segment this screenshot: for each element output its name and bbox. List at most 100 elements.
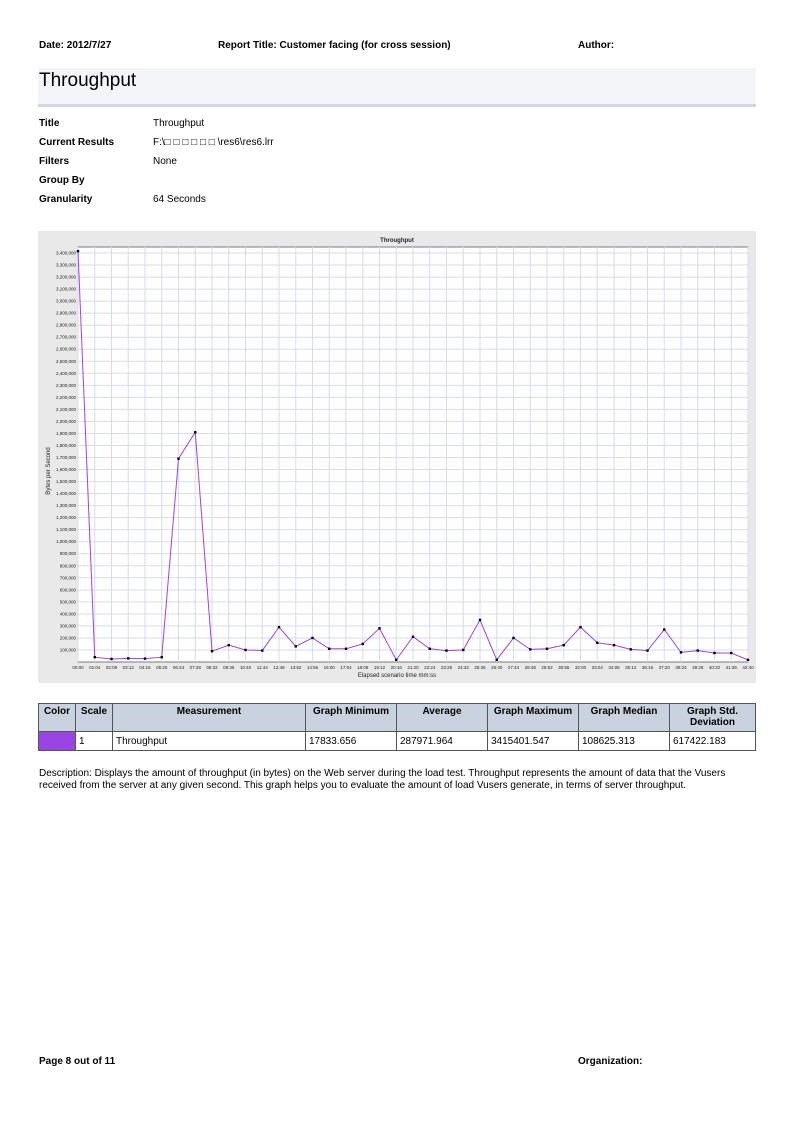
property-row: Filters None xyxy=(39,156,274,175)
throughput-chart: Throughput 100,000 200,000 300,000 400,000 5… xyxy=(38,231,756,683)
y-tick-label: 1,900,000 xyxy=(56,431,77,436)
data-point xyxy=(462,648,465,652)
x-tick-label: 32:00 xyxy=(575,665,587,670)
x-tick-label: 12:48 xyxy=(273,665,285,670)
y-tick-label: 100,000 xyxy=(60,647,77,652)
x-tick-label: 03:12 xyxy=(123,665,135,670)
y-tick-label: 2,700,000 xyxy=(56,335,77,340)
x-tick-label: 00:00 xyxy=(72,665,84,670)
x-tick-label: 35:12 xyxy=(625,665,637,670)
x-tick-label: 23:28 xyxy=(441,665,453,670)
data-point xyxy=(445,649,448,652)
x-tick-label: 33:04 xyxy=(592,665,604,670)
header-color: Color xyxy=(38,703,76,732)
x-tick-label: 20:16 xyxy=(391,665,403,670)
x-tick-label: 01:04 xyxy=(89,665,101,670)
data-point xyxy=(663,628,666,631)
x-tick-label: 34:08 xyxy=(608,665,620,670)
y-tick-label: 2,000,000 xyxy=(56,419,77,424)
min-cell: 17833.656 xyxy=(305,731,397,751)
property-row: Title Throughput xyxy=(39,118,274,137)
stats-table: Color Scale Measurement Graph Minimum Av… xyxy=(38,703,756,751)
x-tick-label: 05:20 xyxy=(156,665,168,670)
data-point xyxy=(361,642,364,646)
x-tick-label: 06:24 xyxy=(173,665,185,670)
data-point xyxy=(227,643,230,647)
header-graph-std-deviation: Graph Std. Deviation xyxy=(669,703,756,732)
property-label: Filters xyxy=(39,156,70,167)
data-point xyxy=(160,655,163,659)
data-point xyxy=(679,651,683,654)
data-point xyxy=(311,636,314,640)
x-tick-label: 17:04 xyxy=(340,665,352,670)
data-point xyxy=(512,636,515,640)
y-tick-label: 900,000 xyxy=(60,551,77,556)
y-tick-label: 600,000 xyxy=(60,587,77,592)
x-tick-label: 30:56 xyxy=(558,665,570,670)
y-tick-label: 2,500,000 xyxy=(56,359,77,364)
x-tick-label: 24:32 xyxy=(458,665,470,670)
x-tick-label: 19:12 xyxy=(374,665,386,670)
y-tick-label: 3,400,000 xyxy=(56,251,77,256)
y-tick-label: 2,800,000 xyxy=(56,323,77,328)
x-tick-label: 09:36 xyxy=(223,665,235,670)
data-point xyxy=(194,431,197,434)
data-point xyxy=(545,647,549,650)
data-point xyxy=(579,625,582,629)
description: Description: Displays the amount of thro… xyxy=(39,768,726,791)
x-tick-label: 08:32 xyxy=(206,665,218,670)
data-point xyxy=(344,647,348,650)
property-label: Current Results xyxy=(39,137,115,148)
x-tick-label: 38:24 xyxy=(675,665,687,670)
data-point xyxy=(730,651,733,655)
x-axis-label: Elapsed scenario time mm:ss xyxy=(358,673,436,679)
chart-svg: Throughput 100,000 200,000 300,000 400,000 5… xyxy=(46,238,754,679)
x-tick-label: 22:24 xyxy=(424,665,436,670)
property-value: Throughput xyxy=(153,118,205,129)
y-tick-label: 1,000,000 xyxy=(56,539,77,544)
data-point xyxy=(110,657,113,661)
property-value: F:\□ □ □ □ □ □ \res6\res6.lrr xyxy=(153,137,274,148)
x-tick-label: 04:16 xyxy=(139,665,151,670)
data-point xyxy=(646,649,649,652)
y-tick-label: 2,600,000 xyxy=(56,347,77,352)
data-point xyxy=(495,658,498,662)
property-label: Group By xyxy=(39,175,85,186)
y-tick-label: 1,500,000 xyxy=(56,479,77,484)
data-point xyxy=(713,651,716,655)
x-tick-label: 42:40 xyxy=(742,665,754,670)
x-tick-label: 26:40 xyxy=(491,665,503,670)
property-row: Granularity 64 Seconds xyxy=(39,194,274,213)
data-point xyxy=(395,658,398,662)
property-value: 64 Seconds xyxy=(153,194,206,205)
data-point xyxy=(696,649,699,652)
data-point xyxy=(411,635,415,638)
y-tick-label: 1,100,000 xyxy=(56,527,77,532)
property-row: Group By xyxy=(39,175,274,194)
data-point xyxy=(93,655,96,659)
footer-organization: Organization: xyxy=(578,1056,643,1067)
y-tick-label: 800,000 xyxy=(60,563,77,568)
y-tick-label: 500,000 xyxy=(60,599,77,604)
header-report-title: Report Title: Customer facing (for cross… xyxy=(218,40,451,51)
property-value: None xyxy=(153,156,177,167)
title-band: Throughput xyxy=(38,68,756,107)
x-tick-label: 27:44 xyxy=(508,665,520,670)
x-tick-label: 14:56 xyxy=(307,665,319,670)
y-axis-label: Bytes per Second xyxy=(46,447,52,494)
y-tick-label: 1,300,000 xyxy=(56,503,77,508)
x-tick-label: 39:28 xyxy=(692,665,704,670)
header-scale: Scale xyxy=(75,703,113,732)
header-average: Average xyxy=(396,703,488,732)
x-tick-label: 41:36 xyxy=(726,665,738,670)
data-point xyxy=(261,649,264,652)
median-cell: 108625.313 xyxy=(578,731,670,751)
page-title: Throughput xyxy=(39,70,137,91)
y-tick-label: 2,900,000 xyxy=(56,311,77,316)
property-label: Granularity xyxy=(39,194,93,205)
header-measurement: Measurement xyxy=(112,703,306,732)
scale-cell: 1 xyxy=(75,731,113,751)
table-row: 1 Throughput 17833.656 287971.964 341540… xyxy=(38,731,756,751)
x-tick-label: 25:36 xyxy=(474,665,486,670)
y-tick-label: 1,600,000 xyxy=(56,467,77,472)
